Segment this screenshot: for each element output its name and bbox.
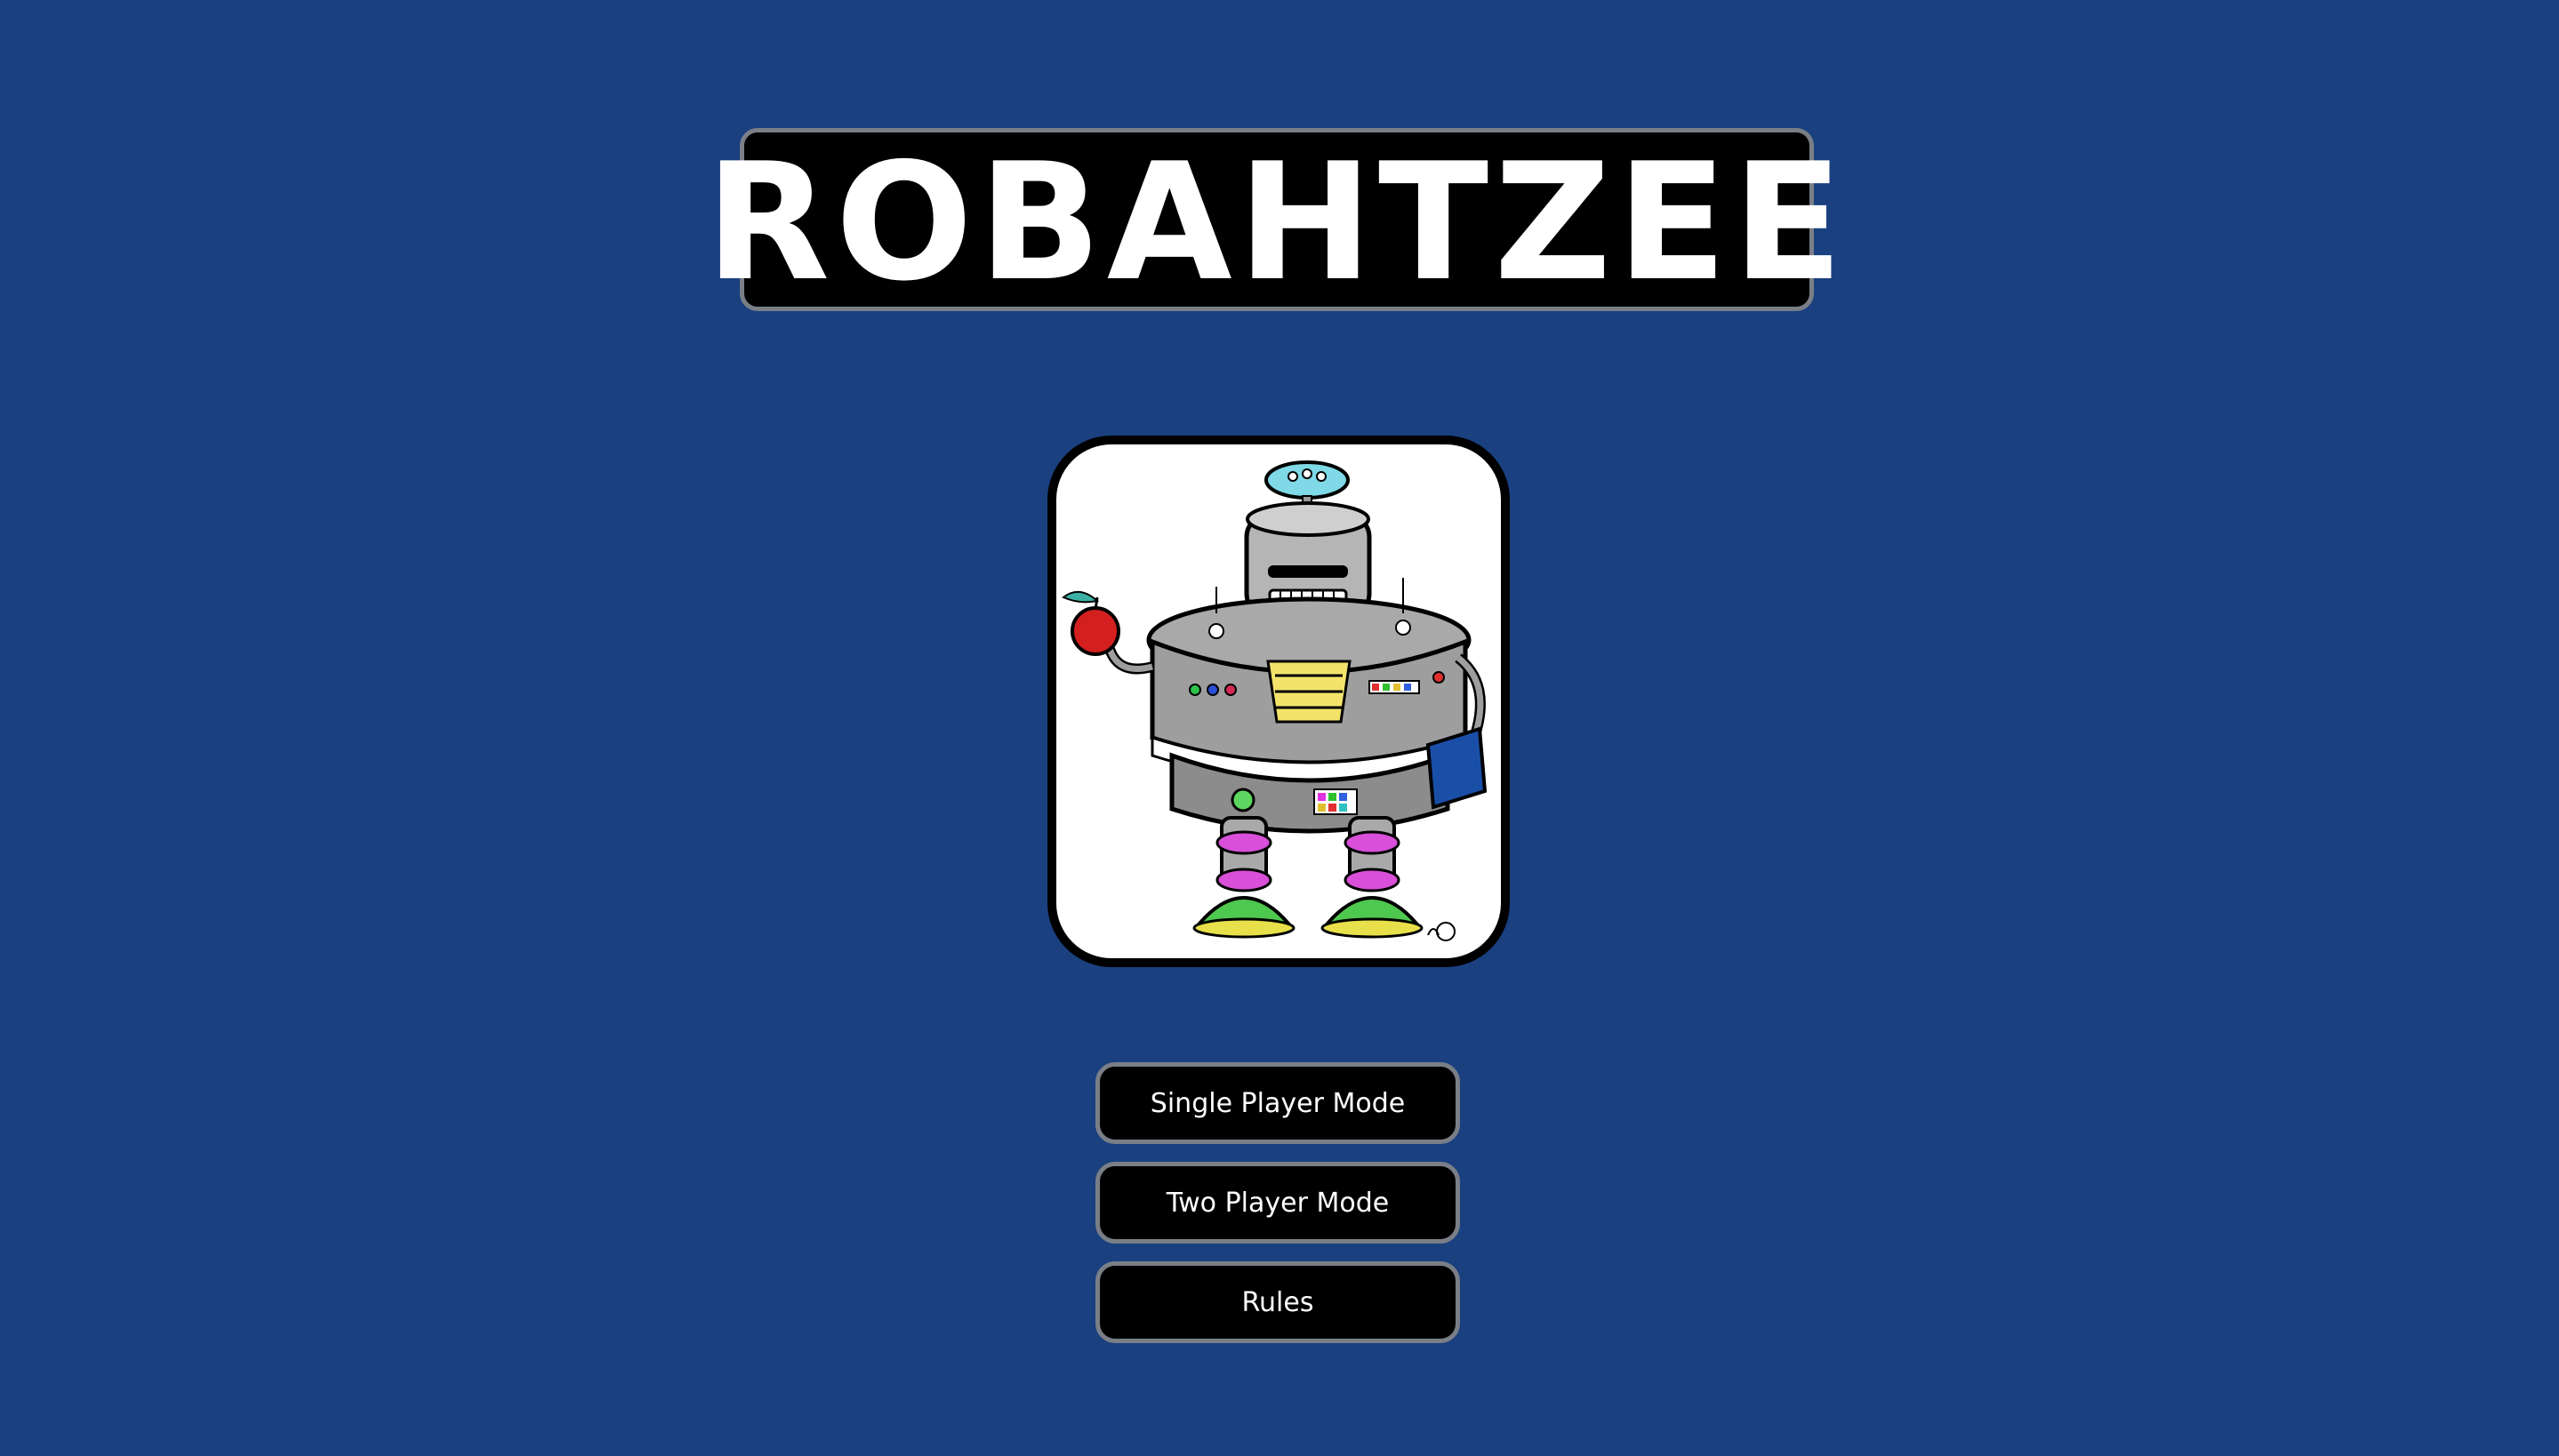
game-title: ROBAHTZEE	[705, 128, 1849, 316]
main-menu-screen: ROBAHTZEE Single Player Mode Two Player …	[0, 0, 2559, 1456]
rules-button[interactable]: Rules	[1095, 1261, 1460, 1343]
robot-mascot-card	[1047, 436, 1510, 967]
two-player-mode-button[interactable]: Two Player Mode	[1095, 1162, 1460, 1244]
robot-mascot-icon	[1062, 460, 1488, 941]
game-title-banner: ROBAHTZEE	[705, 128, 1843, 311]
single-player-mode-button[interactable]: Single Player Mode	[1095, 1062, 1460, 1144]
